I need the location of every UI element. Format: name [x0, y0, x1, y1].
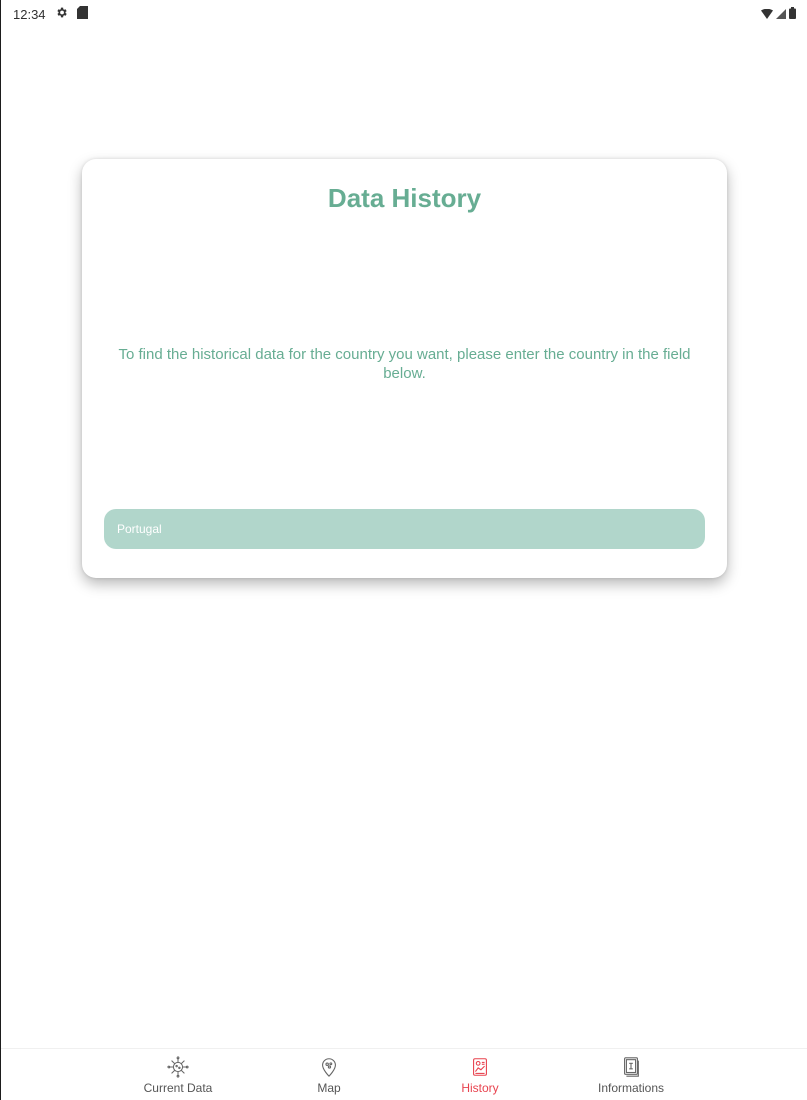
tab-label: Map: [317, 1081, 341, 1095]
tab-map[interactable]: Map: [254, 1056, 404, 1095]
info-document-icon: [620, 1056, 642, 1078]
battery-icon: [789, 6, 796, 22]
app-screen: 12:34 Data History To find the historica…: [0, 0, 807, 1100]
country-input[interactable]: [104, 509, 705, 549]
tab-label: Informations: [597, 1081, 665, 1095]
tab-label: History: [461, 1081, 499, 1095]
wifi-icon: [761, 7, 773, 22]
card-title: Data History: [327, 183, 482, 213]
data-history-card: Data History To find the historical data…: [82, 159, 727, 578]
virus-icon: [167, 1056, 189, 1078]
gear-icon: [55, 6, 68, 22]
bottom-navigation: Current Data Map History Informations: [1, 1048, 807, 1100]
status-bar-right: [761, 6, 796, 22]
signal-icon: [776, 7, 786, 22]
tab-label: Current Data: [143, 1081, 213, 1095]
tab-current-data[interactable]: Current Data: [103, 1056, 253, 1095]
status-bar-left: 12:34: [13, 6, 88, 22]
status-bar: 12:34: [1, 0, 807, 28]
card-description: To find the historical data for the coun…: [118, 346, 691, 382]
map-pin-icon: [318, 1056, 340, 1078]
sd-card-icon: [76, 6, 88, 22]
tab-informations[interactable]: Informations: [556, 1056, 706, 1095]
status-time: 12:34: [13, 6, 46, 22]
tab-history[interactable]: History: [405, 1056, 555, 1095]
history-chart-icon: [469, 1056, 491, 1078]
